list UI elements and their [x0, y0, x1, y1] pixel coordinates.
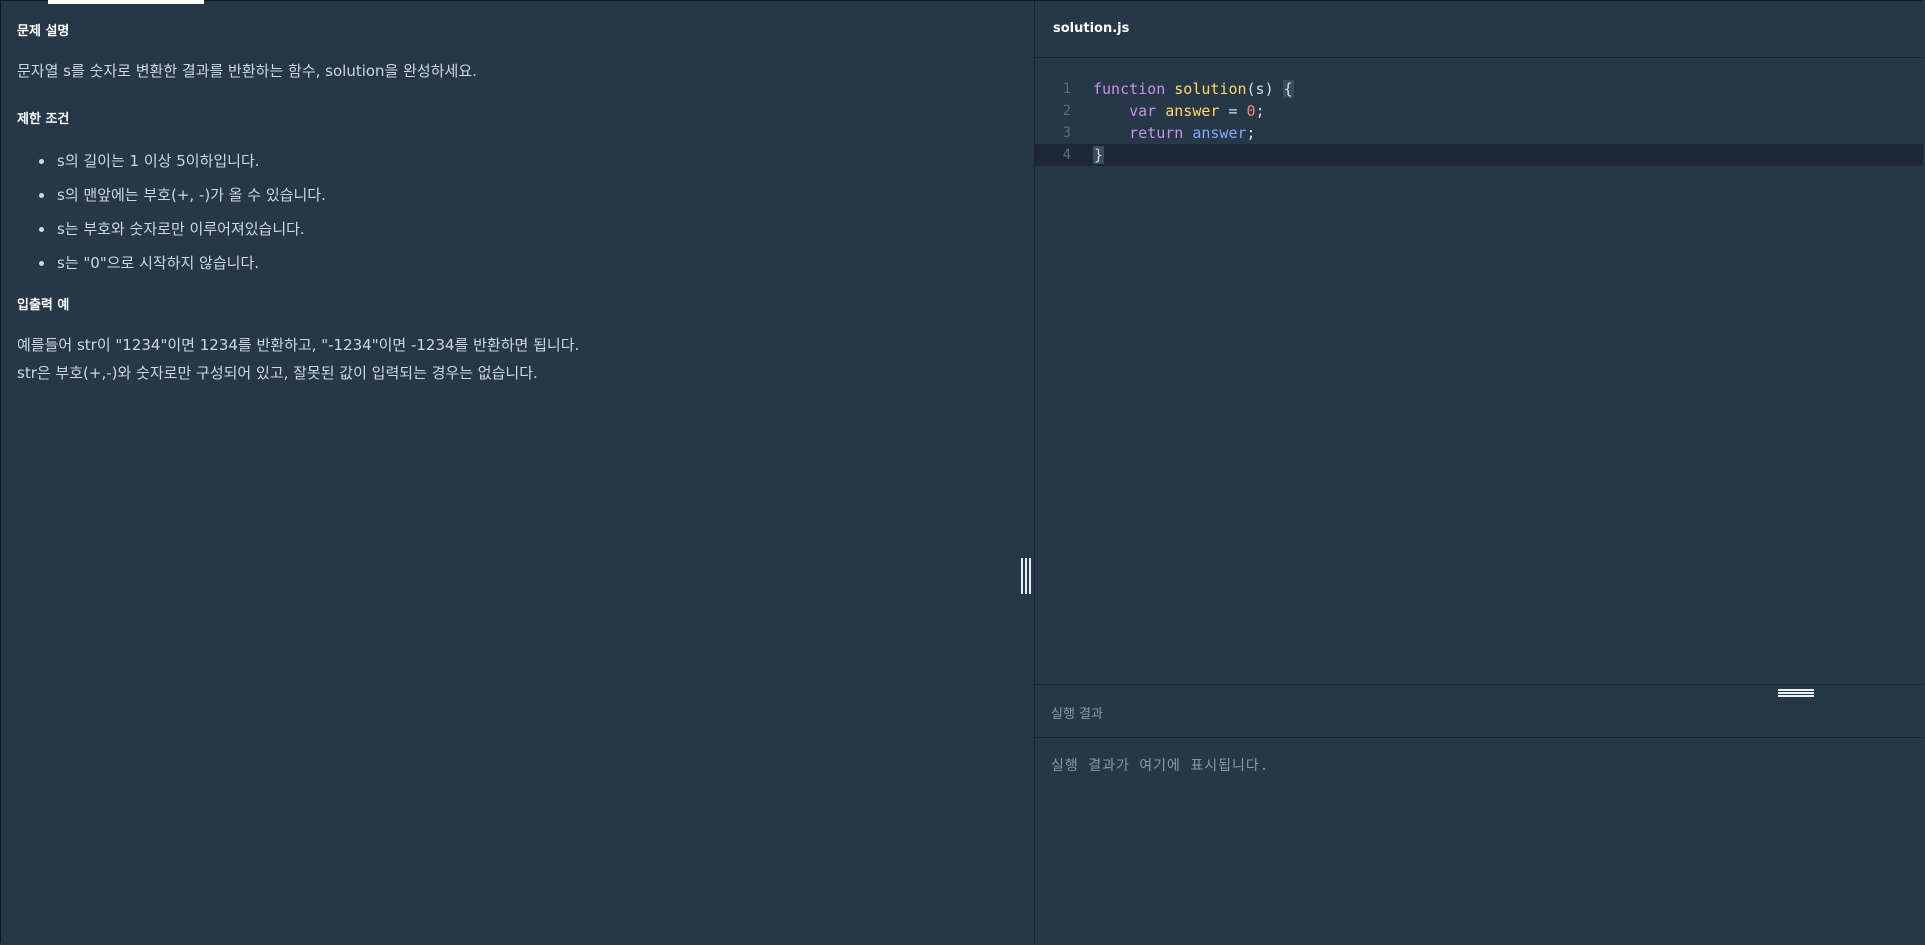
- function-name-token: solution: [1174, 80, 1247, 98]
- list-item: s의 길이는 1 이상 5이하입니다.: [37, 144, 326, 178]
- examples-line: 예를들어 str이 "1234"이면 1234를 반환하고, "-1234"이면…: [17, 336, 580, 354]
- panel-resize-handle[interactable]: [1021, 558, 1031, 594]
- description-text: 문자열 s를 숫자로 변환한 결과를 반환하는 함수, solution을 완성…: [17, 62, 477, 80]
- list-item: s는 "0"으로 시작하지 않습니다.: [37, 246, 326, 280]
- line-number: 1: [1062, 81, 1071, 97]
- examples-text: 예를들어 str이 "1234"이면 1234를 반환하고, "-1234"이면…: [17, 331, 579, 387]
- editor-tab-bar: solution.js: [1035, 1, 1923, 58]
- examples-line: str은 부호(+,-)와 숫자로만 구성되어 있고, 잘못된 값이 입력되는 …: [17, 364, 538, 382]
- code-editor[interactable]: 1 function solution(s) { 2 var answer = …: [1035, 59, 1923, 684]
- editor-panel: solution.js 1 function solution(s) { 2 v…: [1035, 1, 1923, 943]
- operator-token: =: [1219, 102, 1247, 120]
- line-number: 2: [1062, 103, 1071, 119]
- number-token: 0: [1246, 102, 1256, 120]
- tab-solution-js[interactable]: solution.js: [1053, 21, 1129, 36]
- keyword-token: var: [1129, 102, 1157, 120]
- variable-token: answer: [1165, 102, 1220, 120]
- problem-panel: 문제 설명 문자열 s를 숫자로 변환한 결과를 반환하는 함수, soluti…: [1, 1, 1034, 943]
- code-line[interactable]: 1 function solution(s) {: [1035, 78, 1923, 100]
- semicolon-token: ;: [1246, 124, 1256, 142]
- params-token: (s): [1246, 80, 1283, 98]
- result-title: 실행 결과: [1051, 707, 1103, 722]
- brace-token: {: [1282, 80, 1294, 98]
- examples-title: 입출력 예: [17, 298, 70, 313]
- line-number: 3: [1062, 125, 1071, 141]
- list-item: s는 부호와 숫자로만 이루어져있습니다.: [37, 212, 326, 246]
- constraints-title: 제한 조건: [17, 112, 70, 127]
- tab-indicator: [48, 0, 204, 4]
- list-item: s의 맨앞에는 부호(+, -)가 올 수 있습니다.: [37, 178, 326, 212]
- result-output: 실행 결과가 여기에 표시됩니다.: [1051, 758, 1270, 774]
- result-resize-handle[interactable]: [1778, 689, 1814, 697]
- keyword-token: function: [1093, 80, 1166, 98]
- code-line[interactable]: 2 var answer = 0;: [1035, 100, 1923, 122]
- result-header: 실행 결과: [1035, 684, 1923, 738]
- constraints-list: s의 길이는 1 이상 5이하입니다. s의 맨앞에는 부호(+, -)가 올 …: [37, 144, 326, 280]
- description-title: 문제 설명: [17, 24, 70, 39]
- keyword-token: return: [1129, 124, 1184, 142]
- variable-token: answer: [1192, 124, 1247, 142]
- brace-token: }: [1093, 146, 1105, 164]
- code-line-active[interactable]: 4 }: [1035, 144, 1923, 166]
- code-line[interactable]: 3 return answer;: [1035, 122, 1923, 144]
- semicolon-token: ;: [1255, 102, 1265, 120]
- line-number: 4: [1062, 147, 1071, 163]
